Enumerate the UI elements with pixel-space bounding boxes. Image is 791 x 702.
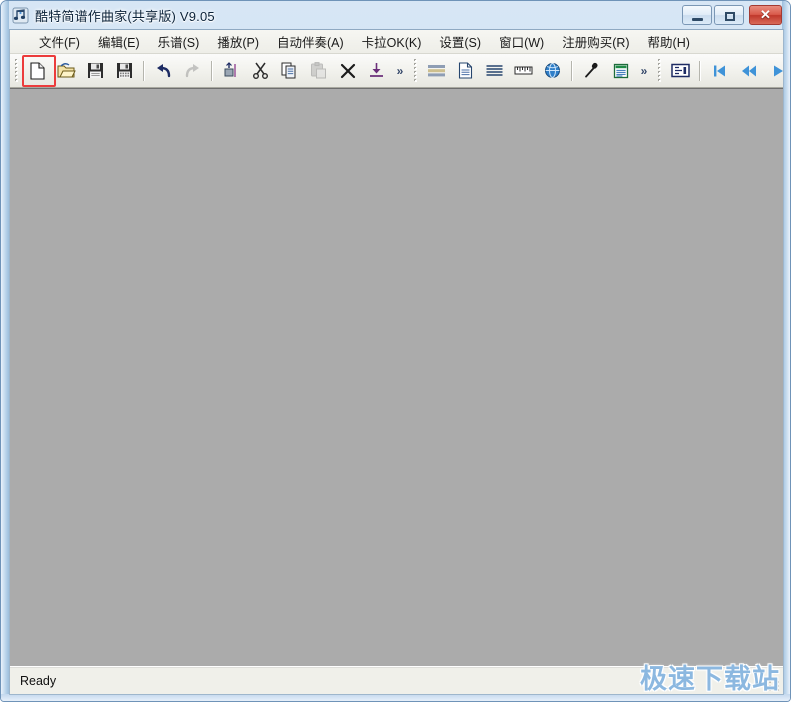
menu-auto-accompaniment[interactable]: 自动伴奏(A) — [268, 29, 353, 55]
floppy-disk-multi-icon — [116, 62, 133, 79]
menu-file[interactable]: 文件(F) — [30, 29, 89, 55]
toolbar-gripper-file[interactable] — [13, 59, 21, 83]
resize-grip-icon[interactable] — [768, 680, 780, 692]
skip-start-button[interactable] — [706, 58, 733, 84]
copy-pages-icon — [281, 62, 298, 79]
microphone-button[interactable] — [578, 58, 605, 84]
play-triangle-icon — [771, 64, 785, 78]
application-window: 酷特简谱作曲家(共享版) V9.05 ✕ 文件(F) 编辑(E) 乐谱(S) 播… — [0, 0, 791, 702]
undo-button[interactable] — [150, 58, 177, 84]
toolbar-gripper-score[interactable] — [412, 59, 420, 83]
maximize-icon — [725, 12, 735, 21]
rewind-button[interactable] — [735, 58, 762, 84]
toolbar-separator — [571, 61, 573, 81]
menu-score[interactable]: 乐谱(S) — [149, 29, 209, 55]
application-client: 文件(F) 编辑(E) 乐谱(S) 播放(P) 自动伴奏(A) 卡拉OK(K) … — [9, 29, 784, 695]
x-cross-icon — [340, 63, 356, 79]
toolbar-band-score: » — [409, 55, 653, 87]
new-file-button[interactable] — [24, 58, 51, 84]
menu-window[interactable]: 窗口(W) — [490, 29, 553, 55]
redo-button — [179, 58, 206, 84]
scissors-icon — [252, 62, 269, 79]
toolbar: » — [10, 54, 783, 88]
paste-button — [305, 58, 332, 84]
clipboard-paste-icon — [310, 62, 327, 79]
open-folder-icon — [57, 62, 76, 79]
menu-edit[interactable]: 编辑(E) — [89, 29, 149, 55]
toolbar-gripper-playback[interactable] — [656, 59, 664, 83]
toolbar-overflow-file[interactable]: » — [393, 59, 407, 83]
document-lines-icon — [458, 62, 473, 79]
staff-lines-button[interactable] — [423, 58, 450, 84]
minimize-icon — [692, 18, 703, 21]
toolbar-band-file: » — [10, 55, 409, 87]
cut-button[interactable] — [247, 58, 274, 84]
save-button[interactable] — [82, 58, 109, 84]
green-list-icon — [613, 63, 629, 79]
insert-bar-icon — [223, 62, 240, 79]
menu-karaoke[interactable]: 卡拉OK(K) — [353, 29, 431, 55]
toolbar-band-playback: » — [653, 55, 791, 87]
window-title: 酷特简谱作曲家(共享版) V9.05 — [35, 6, 215, 25]
insert-button[interactable] — [218, 58, 245, 84]
new-document-icon — [29, 62, 46, 80]
menu-bar: 文件(F) 编辑(E) 乐谱(S) 播放(P) 自动伴奏(A) 卡拉OK(K) … — [10, 30, 783, 54]
delete-button[interactable] — [334, 58, 361, 84]
minimize-button[interactable] — [682, 5, 712, 25]
status-bar: Ready — [10, 667, 783, 694]
download-arrow-icon — [368, 62, 385, 79]
toolbar-separator — [699, 61, 701, 81]
redo-arrow-icon — [183, 63, 202, 78]
close-button[interactable]: ✕ — [749, 5, 782, 25]
skip-to-start-icon — [712, 64, 727, 78]
text-lines-icon — [485, 63, 504, 78]
ruler-icon — [514, 64, 533, 77]
menu-register-purchase[interactable]: 注册购买(R) — [553, 29, 638, 55]
boxed-score-icon — [671, 63, 690, 78]
play-button[interactable] — [764, 58, 791, 84]
import-button[interactable] — [363, 58, 390, 84]
close-icon: ✕ — [750, 6, 781, 24]
ruler-button[interactable] — [510, 58, 537, 84]
page-properties-button[interactable] — [452, 58, 479, 84]
menu-play[interactable]: 播放(P) — [208, 29, 268, 55]
open-file-button[interactable] — [53, 58, 80, 84]
lyrics-lines-button[interactable] — [481, 58, 508, 84]
undo-arrow-icon — [154, 63, 173, 78]
copy-button[interactable] — [276, 58, 303, 84]
score-view-button[interactable] — [667, 58, 694, 84]
floppy-disk-icon — [87, 62, 104, 79]
web-button[interactable] — [539, 58, 566, 84]
staff-bars-icon — [427, 63, 446, 78]
maximize-button[interactable] — [714, 5, 744, 25]
microphone-icon — [583, 62, 600, 79]
menu-help[interactable]: 帮助(H) — [639, 29, 699, 55]
toolbar-separator — [211, 61, 213, 81]
save-as-button[interactable] — [111, 58, 138, 84]
window-frame-bottom-edge — [1, 694, 790, 701]
music-notes-icon — [12, 7, 29, 24]
rewind-icon — [741, 64, 757, 78]
title-bar[interactable]: 酷特简谱作曲家(共享版) V9.05 ✕ — [1, 1, 791, 29]
globe-icon — [544, 62, 561, 79]
toolbar-separator — [143, 61, 145, 81]
toolbar-overflow-score[interactable]: » — [637, 59, 651, 83]
status-message: Ready — [20, 674, 56, 688]
window-frame-left-edge — [1, 1, 9, 701]
notes-list-button[interactable] — [607, 58, 634, 84]
menu-settings[interactable]: 设置(S) — [430, 29, 490, 55]
mdi-client-area[interactable] — [10, 88, 783, 667]
